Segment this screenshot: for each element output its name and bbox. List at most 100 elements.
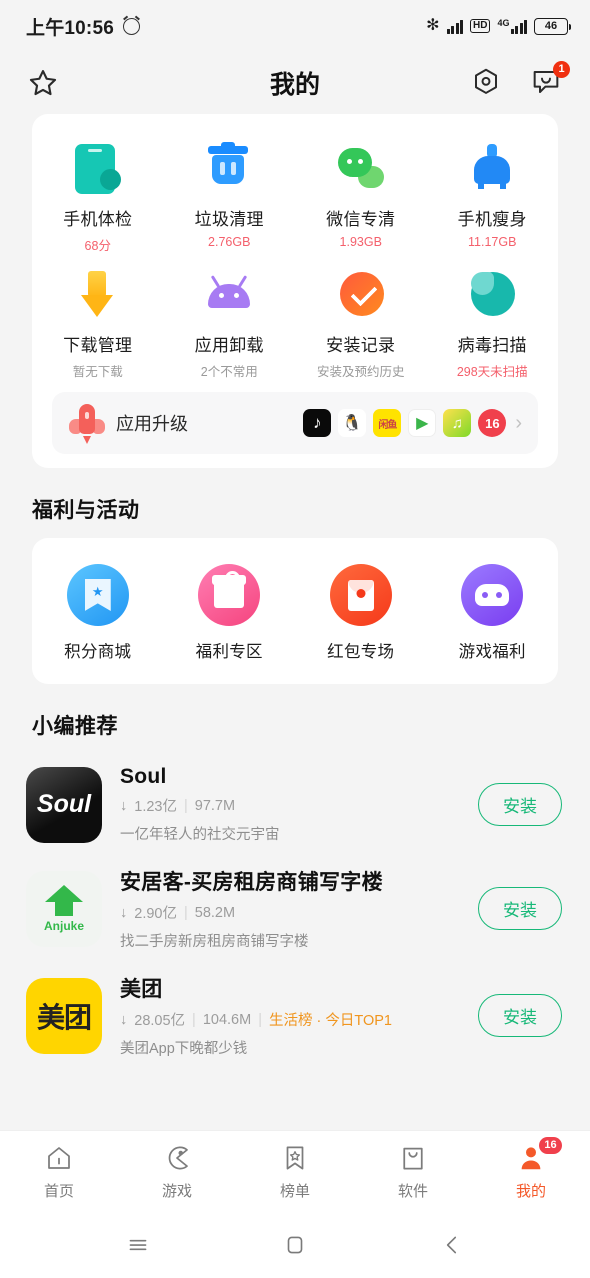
tool-sublabel: 安装及预约历史: [316, 365, 405, 379]
tab-home[interactable]: 首页: [0, 1131, 118, 1212]
points-mall-icon: ★: [66, 564, 129, 626]
tool-sublabel: 暂无下载: [72, 365, 123, 379]
benefit-red-packet[interactable]: 红包专场: [295, 564, 427, 662]
wechat-clean-icon: [330, 140, 392, 198]
chevron-right-icon[interactable]: ›: [515, 412, 522, 435]
tool-label: 下载管理: [63, 336, 133, 355]
tool-phone-slim[interactable]: 手机瘦身 11.17GB: [427, 132, 559, 258]
app-info: Soul ↓ 1.23亿 | 97.7M 一亿年轻人的社交元宇宙: [120, 765, 478, 844]
message-badge: 1: [553, 61, 570, 78]
tool-label: 手机瘦身: [457, 210, 527, 229]
download-icon: ↓: [120, 797, 128, 814]
battery-indicator: 46: [534, 17, 571, 35]
tool-sublabel: 298天未扫描: [456, 365, 528, 379]
network-type-icon: 4G: [497, 18, 527, 34]
header-actions: 1: [470, 61, 570, 100]
signal-bars-icon: [446, 19, 464, 34]
home-icon: [44, 1143, 74, 1173]
app-icon-meituan: 美团: [26, 977, 102, 1054]
chat-bubble-icon[interactable]: 1: [530, 61, 570, 100]
app-downloads: 2.90亿: [134, 906, 177, 922]
page-header: 我的 1: [0, 52, 590, 114]
tab-ranking[interactable]: 榜单: [236, 1131, 354, 1212]
app-list-item[interactable]: 美团 美团 ↓ 28.05亿 | 104.6M | 生活榜 · 今日TOP1 美…: [0, 962, 590, 1069]
tab-label: 我的: [515, 1182, 546, 1200]
install-button[interactable]: 安装: [478, 783, 562, 826]
profile-badge: 16: [539, 1137, 562, 1154]
app-description: 一亿年轻人的社交元宇宙: [120, 827, 280, 843]
benefit-label: 积分商城: [64, 643, 132, 661]
home-square-icon[interactable]: [278, 1228, 312, 1262]
app-icon-anjuke: Anjuke: [26, 870, 102, 947]
bottom-area: 首页 游戏 榜单 软件 16 我的: [0, 1130, 590, 1278]
tab-software[interactable]: 软件: [354, 1131, 472, 1212]
tool-virus-scan[interactable]: 病毒扫描 298天未扫描: [427, 258, 559, 384]
alarm-icon: [123, 17, 140, 35]
app-info: 美团 ↓ 28.05亿 | 104.6M | 生活榜 · 今日TOP1 美团Ap…: [120, 973, 478, 1058]
app-screen: 上午10:56 ✻ HD 4G 46 我的 1 手机体检 68分 垃圾清理 2.…: [0, 0, 590, 1278]
game-pacman-icon: [162, 1143, 192, 1173]
tool-phone-checkup[interactable]: 手机体检 68分: [32, 132, 164, 258]
tool-label: 安装记录: [326, 336, 396, 355]
benefit-points-mall[interactable]: ★ 积分商城: [32, 564, 164, 662]
download-arrow-icon: [67, 266, 129, 324]
recents-icon[interactable]: [121, 1228, 155, 1262]
app-icon-xianyu: 闲鱼: [373, 409, 402, 437]
phone-slim-icon: [461, 140, 523, 198]
install-button[interactable]: 安装: [478, 887, 562, 930]
virus-scan-icon: [461, 266, 523, 324]
benefits-section-title: 福利与活动: [32, 499, 140, 522]
tab-label: 游戏: [161, 1182, 192, 1200]
tool-sublabel: 1.93GB: [339, 235, 382, 249]
app-info: 安居客-买房租房商铺写字楼 ↓ 2.90亿 | 58.2M 找二手房新房租房商铺…: [120, 866, 478, 951]
tab-games[interactable]: 游戏: [118, 1131, 236, 1212]
tool-download-manager[interactable]: 下载管理 暂无下载: [32, 258, 164, 384]
download-icon: ↓: [120, 904, 128, 921]
tool-trash-clean[interactable]: 垃圾清理 2.76GB: [164, 132, 296, 258]
install-button[interactable]: 安装: [478, 994, 562, 1037]
tab-profile[interactable]: 16 我的: [472, 1131, 590, 1212]
app-rank-tag: 生活榜 · 今日TOP1: [268, 1013, 392, 1029]
upgrade-app-icons: ♪ 🐧 闲鱼 ▶ ♫ 16 ›: [303, 409, 522, 437]
tab-bar: 首页 游戏 榜单 软件 16 我的: [0, 1130, 590, 1212]
app-size: 97.7M: [194, 797, 236, 814]
status-bar: 上午10:56 ✻ HD 4G 46: [0, 0, 590, 52]
benefit-label: 红包专场: [327, 643, 395, 661]
app-downloads: 28.05亿: [134, 1013, 186, 1029]
tool-install-record[interactable]: 安装记录 安装及预约历史: [295, 258, 427, 384]
status-time: 上午10:56: [26, 17, 114, 39]
tools-grid: 手机体检 68分 垃圾清理 2.76GB 微信专清 1.93GB 手机瘦身 11…: [32, 132, 558, 384]
app-list-item[interactable]: Anjuke 安居客-买房租房商铺写字楼 ↓ 2.90亿 | 58.2M 找二手…: [0, 855, 590, 962]
app-name: 安居客-买房租房商铺写字楼: [120, 871, 383, 894]
app-meta: ↓ 28.05亿 | 104.6M | 生活榜 · 今日TOP1: [120, 1009, 478, 1030]
tool-label: 病毒扫描: [457, 336, 527, 355]
bluetooth-icon: ✻: [426, 17, 440, 34]
app-description: 美团App下晚都少钱: [120, 1041, 248, 1057]
upgrade-count-badge: 16: [478, 409, 507, 437]
hd-icon: HD: [470, 19, 491, 33]
benefit-game[interactable]: 游戏福利: [427, 564, 559, 662]
tool-wechat-clean[interactable]: 微信专清 1.93GB: [295, 132, 427, 258]
rocket-icon: [68, 403, 106, 444]
benefits-card: ★ 积分商城 福利专区 红包专场 游戏福利: [32, 538, 558, 684]
tool-sublabel: 68分: [84, 239, 111, 253]
back-chevron-icon[interactable]: [435, 1228, 469, 1262]
benefit-label: 福利专区: [195, 643, 263, 661]
game-benefit-icon: [461, 564, 524, 626]
app-upgrade-row[interactable]: 应用升级 ♪ 🐧 闲鱼 ▶ ♫ 16 ›: [52, 392, 538, 454]
app-icon-music: ♫: [443, 409, 472, 437]
tool-sublabel: 2.76GB: [208, 235, 251, 249]
ranking-bookmark-icon: [280, 1143, 310, 1173]
tool-label: 应用卸载: [194, 336, 264, 355]
gift-zone-icon: [198, 564, 261, 626]
software-bag-icon: [398, 1143, 428, 1173]
meta-separator: |: [183, 904, 188, 921]
app-name: Soul: [120, 765, 167, 788]
tool-app-uninstall[interactable]: 应用卸载 2个不常用: [164, 258, 296, 384]
benefit-gift-zone[interactable]: 福利专区: [164, 564, 296, 662]
meta-separator: |: [258, 1011, 262, 1028]
app-list-item[interactable]: Soul Soul ↓ 1.23亿 | 97.7M 一亿年轻人的社交元宇宙 安装: [0, 754, 590, 855]
hexagon-settings-icon[interactable]: [470, 66, 504, 100]
app-downloads: 1.23亿: [134, 799, 177, 815]
app-icon-tencent-video: ▶: [408, 409, 437, 437]
